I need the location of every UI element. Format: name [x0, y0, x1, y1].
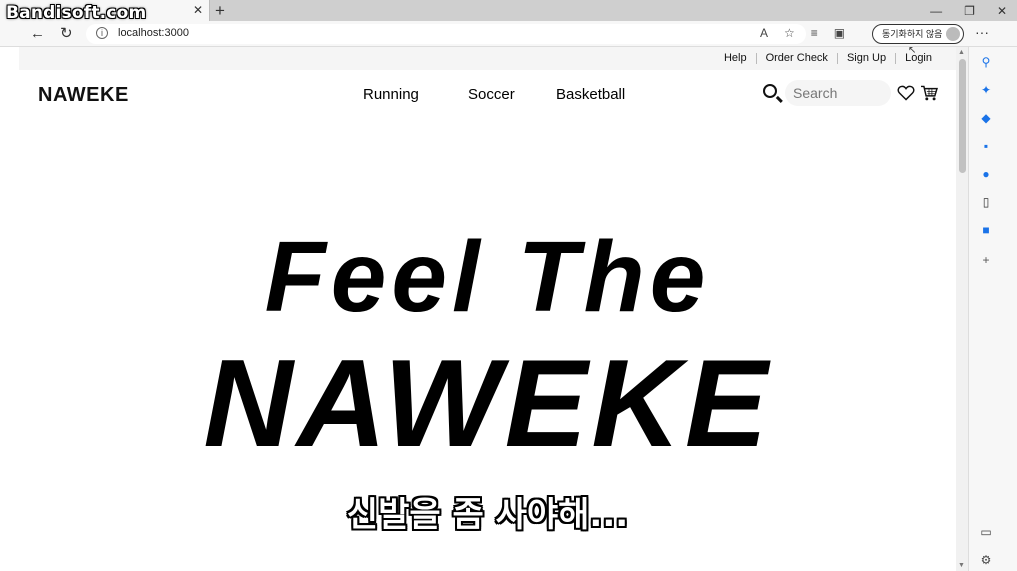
window-controls: — ❐ ✕ — [930, 0, 1007, 21]
back-arrow-icon[interactable]: ← — [30, 25, 45, 43]
search-icon[interactable] — [763, 84, 777, 98]
close-tab-icon[interactable]: ✕ — [193, 3, 203, 17]
help-link[interactable]: Help — [715, 52, 756, 64]
sidebar-tools-icon[interactable]: ▪ — [979, 139, 993, 153]
mouse-cursor-icon: ↖ — [908, 45, 917, 56]
read-aloud-icon[interactable]: A — [760, 26, 768, 40]
sidebar-settings-icon[interactable]: ⚙ — [979, 553, 993, 567]
hero-headline-line2: NAWEKE — [203, 335, 772, 473]
site-info-icon[interactable]: i — [96, 27, 108, 39]
sign-up-link[interactable]: Sign Up — [838, 52, 895, 64]
sync-label: 동기화하지 않음 — [882, 29, 943, 39]
utility-bar: Help Order Check Sign Up Login — [19, 47, 956, 70]
sidebar-search-icon[interactable]: ⚲ — [979, 55, 993, 69]
nav-running[interactable]: Running — [363, 86, 419, 103]
minimize-button[interactable]: — — [930, 4, 942, 18]
wishlist-heart-icon[interactable] — [897, 85, 915, 101]
recording-watermark: Bandisoft.com — [6, 3, 147, 23]
sidebar-shopping-icon[interactable]: ◆ — [979, 111, 993, 125]
scroll-down-icon[interactable]: ▼ — [958, 562, 965, 569]
address-bar[interactable]: i localhost:3000 — [86, 24, 806, 44]
scroll-up-icon[interactable]: ▲ — [958, 49, 965, 56]
url-text[interactable]: localhost:3000 — [118, 27, 189, 39]
profile-avatar — [946, 27, 960, 41]
profile-sync-button[interactable]: 동기화하지 않음 — [872, 24, 964, 44]
close-window-button[interactable]: ✕ — [997, 4, 1007, 18]
new-tab-button[interactable]: + — [215, 0, 225, 21]
login-link[interactable]: Login — [896, 52, 941, 64]
sidebar-games-icon[interactable]: ● — [979, 167, 993, 181]
sidebar-office-icon[interactable]: ▯ — [979, 195, 993, 209]
sidebar-add-icon[interactable]: + — [979, 253, 993, 267]
order-check-link[interactable]: Order Check — [757, 52, 837, 64]
search-input[interactable] — [785, 80, 891, 106]
hero-headline-line1: Feel The — [264, 221, 711, 333]
browser-toolbar: ← ↻ i localhost:3000 A ☆ ≡ ▣ 동기화하지 않음 ··… — [0, 21, 1017, 47]
nav-basketball[interactable]: Basketball — [556, 86, 625, 103]
sidebar-hide-icon[interactable]: ▭ — [979, 525, 993, 539]
more-menu-icon[interactable]: ··· — [975, 24, 989, 40]
nav-soccer[interactable]: Soccer — [468, 86, 515, 103]
collections-icon[interactable]: ▣ — [834, 26, 845, 40]
scroll-thumb[interactable] — [959, 59, 966, 173]
sidebar-copilot-icon[interactable]: ✦ — [979, 83, 993, 97]
page-scrollbar[interactable]: ▲ ▼ — [956, 47, 968, 571]
edge-sidebar: ⚲ ✦ ◆ ▪ ● ▯ ■ + ▭ ⚙ — [968, 47, 1017, 571]
search-box — [759, 80, 891, 106]
shopping-cart-icon[interactable] — [920, 85, 938, 101]
sidebar-outlook-icon[interactable]: ■ — [979, 223, 993, 237]
maximize-button[interactable]: ❐ — [964, 4, 975, 18]
site-logo[interactable]: NAWEKE — [38, 84, 129, 107]
favorite-star-icon[interactable]: ☆ — [784, 26, 795, 40]
browser-tab-bar: ✕ + — ❐ ✕ — [0, 0, 1017, 21]
address-bar-actions: A ☆ ≡ ▣ — [760, 26, 845, 40]
video-caption: 신발을 좀 사야해... — [346, 495, 629, 535]
web-page: Help Order Check Sign Up Login NAWEKE Ru… — [19, 47, 956, 571]
refresh-icon[interactable]: ↻ — [60, 25, 73, 43]
favorites-list-icon[interactable]: ≡ — [811, 26, 818, 40]
